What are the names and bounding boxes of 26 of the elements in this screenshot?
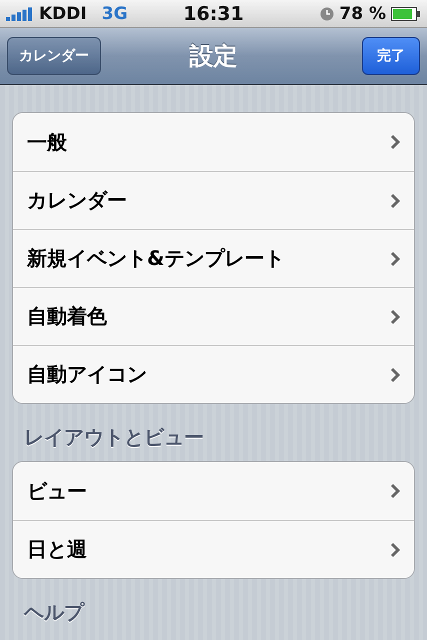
chevron-icon	[390, 134, 400, 150]
battery-percentage: 78 %	[339, 4, 386, 24]
settings-row[interactable]: 自動アイコン	[13, 345, 414, 403]
chevron-icon	[390, 192, 400, 208]
settings-row[interactable]: カレンダー	[13, 171, 414, 229]
chevron-icon	[390, 366, 400, 382]
nav-title: 設定	[190, 41, 238, 72]
carrier-name: KDDI	[39, 4, 87, 24]
signal-icon	[6, 6, 34, 20]
chevron-icon	[390, 308, 400, 324]
alarm-clock-icon	[320, 6, 334, 20]
section-header: レイアウトとビュー	[23, 424, 205, 451]
clock-time: 16:31	[183, 2, 244, 24]
settings-row[interactable]: 新規イベント&テンプレート	[13, 229, 414, 287]
back-button[interactable]: カレンダー	[7, 37, 101, 75]
chevron-icon	[390, 542, 400, 558]
settings-row[interactable]: 一般	[13, 113, 414, 171]
done-button[interactable]: 完了	[362, 37, 420, 75]
network-type: 3G	[102, 4, 128, 24]
chevron-icon	[390, 483, 400, 499]
settings-row[interactable]: ビュー	[13, 462, 414, 520]
chevron-icon	[390, 250, 400, 266]
battery-icon	[391, 6, 422, 20]
settings-row[interactable]: 日と週	[13, 520, 414, 578]
section-header: ヘルプ	[22, 599, 86, 626]
settings-row[interactable]: 自動着色	[13, 287, 414, 345]
